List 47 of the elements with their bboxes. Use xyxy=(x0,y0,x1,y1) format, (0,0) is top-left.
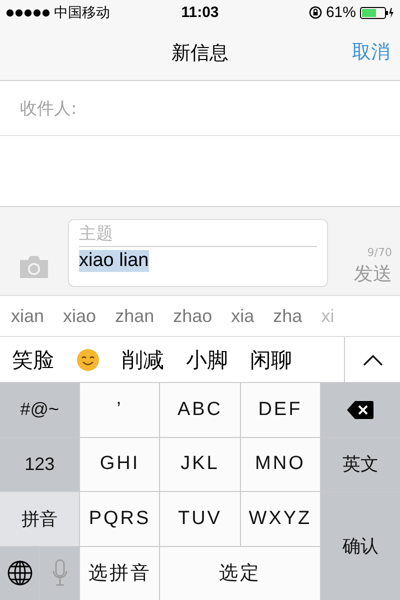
pinyin-option[interactable]: zhao xyxy=(173,306,212,326)
keyboard-key[interactable]: ABC xyxy=(160,383,240,436)
battery-percent: 61% xyxy=(326,4,356,21)
keyboard-key[interactable]: ’ xyxy=(80,383,160,436)
microphone-icon xyxy=(52,559,68,588)
recipient-label: 收件人: xyxy=(20,98,77,120)
carrier-name: 中国移动 xyxy=(54,4,110,22)
backspace-icon xyxy=(346,400,374,420)
keyboard-key[interactable]: PQRS xyxy=(80,492,160,546)
delete-key[interactable] xyxy=(320,383,400,436)
keyboard-key[interactable]: WXYZ xyxy=(240,492,320,546)
status-time: 11:03 xyxy=(181,4,219,21)
keyboard-key[interactable]: DEF xyxy=(240,383,320,436)
screen-title: 新信息 xyxy=(172,40,228,66)
keyboard-key[interactable]: 选拼音 xyxy=(80,546,160,600)
keyboard-key[interactable]: 英文 xyxy=(320,438,400,491)
message-area[interactable] xyxy=(0,136,400,207)
candidate-word[interactable]: 小脚 xyxy=(186,346,228,374)
pinyin-option[interactable]: zha xyxy=(273,306,302,326)
confirm-key[interactable]: 确认 xyxy=(320,492,400,600)
keyboard-key[interactable]: JKL xyxy=(160,438,240,491)
candidate-word[interactable]: 闲聊 xyxy=(250,346,292,374)
smiley-icon[interactable] xyxy=(76,348,100,372)
pinyin-option[interactable]: xia xyxy=(231,306,254,326)
keyboard-key[interactable]: 123 xyxy=(0,438,80,491)
keyboard-key[interactable]: TUV xyxy=(160,492,240,546)
signal-icon xyxy=(6,8,50,18)
character-counter: 9/70 xyxy=(367,246,392,259)
message-field[interactable]: 主题 xiao lian xyxy=(68,219,328,287)
pinyin-option[interactable]: zhan xyxy=(115,306,154,326)
rotation-lock-icon xyxy=(308,6,322,19)
candidate-word[interactable]: 笑脸 xyxy=(12,346,54,374)
globe-icon xyxy=(6,560,33,586)
select-key[interactable]: 选定 xyxy=(160,546,320,600)
battery-icon xyxy=(360,6,394,18)
keyboard-key[interactable]: #@~ xyxy=(0,383,80,436)
keyboard-key[interactable]: 拼音 xyxy=(0,492,80,546)
chevron-up-icon xyxy=(362,354,384,366)
subject-field[interactable]: 主题 xyxy=(79,222,317,246)
candidate-word[interactable]: 削减 xyxy=(122,346,164,374)
camera-icon[interactable] xyxy=(18,255,50,279)
keyboard-key[interactable]: GHI xyxy=(80,438,160,491)
message-text: xiao lian xyxy=(79,250,149,272)
pinyin-option[interactable]: xiao xyxy=(63,306,96,326)
pinyin-option[interactable]: xian xyxy=(11,306,44,326)
keyboard-key[interactable]: MNO xyxy=(240,438,320,491)
globe-key[interactable] xyxy=(0,546,40,600)
